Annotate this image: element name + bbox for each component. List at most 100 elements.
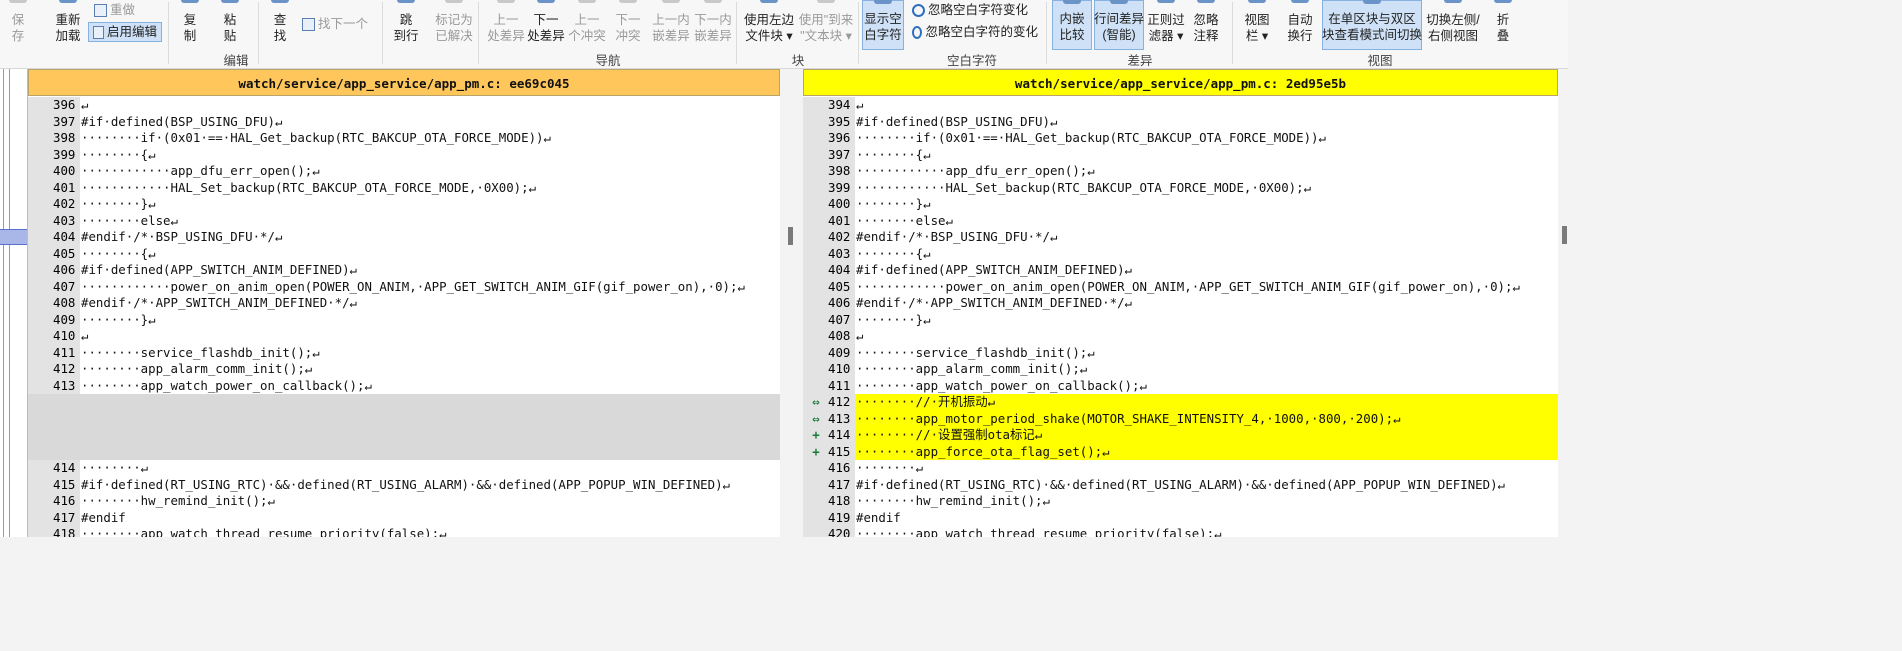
save-button[interactable]: 保 存 [4,0,32,50]
location-pane[interactable] [0,69,28,537]
code-line[interactable]: 414 + ········//·设置强制ota标记↵ [803,427,1558,444]
next-diff-button[interactable]: 下一 处差异 [526,0,566,50]
code-line[interactable]: 403 ········else↵ [28,212,780,229]
code-line[interactable]: 404 #endif·/*·BSP_USING_DFU·*/↵ [28,229,780,246]
line-diff-smart-button[interactable]: 行间差异 (智能) [1094,0,1144,50]
code-line[interactable]: 405 ············power_on_anim_open(POWER_… [803,278,1558,295]
code-line[interactable]: 399 ············HAL_Set_backup(RTC_BAKCUP… [803,179,1558,196]
redo-button[interactable]: 重做 [90,0,150,20]
find-next-button[interactable]: 找下一个 [298,14,378,34]
reload-button[interactable]: 重新 加载 [48,0,88,50]
next-embedded-diff-button[interactable]: 下一内 嵌差异 [692,0,734,50]
pane-splitter[interactable] [781,69,803,537]
right-scroll-handle[interactable] [1562,226,1567,244]
code-line[interactable]: 398 ········if·(0x01·==·HAL_Get_backup(RT… [28,130,780,147]
diff-gap-row[interactable] [28,427,780,444]
code-line[interactable]: 407 ············power_on_anim_open(POWER_… [28,278,780,295]
reload-icon [59,0,77,3]
code-line[interactable]: 416 ········↵ [803,460,1558,477]
mark-resolved-button[interactable]: 标记为 已解决 [428,0,480,50]
code-line[interactable]: 397 ········{↵ [803,146,1558,163]
line-number: 405 [28,245,80,262]
paste-button[interactable]: 粘 贴 [216,0,244,50]
code-line[interactable]: 412 ········app_alarm_comm_init();↵ [28,361,780,378]
prev-embedded-diff-button[interactable]: 上一内 嵌差异 [650,0,692,50]
left-file-pane[interactable]: watch/service/app_service/app_pm.c: ee69… [28,69,780,537]
code-line[interactable]: 402 ········}↵ [28,196,780,213]
code-line[interactable]: 413 ········app_watch_power_on_callback()… [28,377,780,394]
diff-gap-row[interactable] [28,394,780,411]
current-position-marker[interactable] [0,229,27,245]
code-line[interactable]: 400 ············app_dfu_err_open();↵ [28,163,780,180]
code-text: ↵ [856,328,864,343]
block-mode-button[interactable]: 在单区块与双区 块查看模式间切换 [1322,0,1422,50]
find-button[interactable]: 查 找 [266,0,294,50]
code-line[interactable]: 409 ········service_flashdb_init();↵ [803,344,1558,361]
code-line[interactable]: 411 ········service_flashdb_init();↵ [28,344,780,361]
ignore-comments-button[interactable]: 忽略 注释 [1190,0,1222,50]
line-number: 406 [28,262,80,279]
code-line[interactable]: 403 ········{↵ [803,245,1558,262]
code-line[interactable]: 418 ········hw_remind_init();↵ [803,493,1558,510]
code-line[interactable]: 419 #endif [803,509,1558,526]
code-line[interactable]: 408 #endif·/*·APP_SWITCH_ANIM_DEFINED·*/↵ [28,295,780,312]
code-line[interactable]: 402 #endif·/*·BSP_USING_DFU·*/↵ [803,229,1558,246]
fold-button[interactable]: 折 叠 [1488,0,1518,50]
code-line[interactable]: 413 ⇔ ········app_motor_period_shake(MOTOR… [803,410,1558,427]
code-line[interactable]: 418 ········app_watch_thread_resume_prior… [28,526,780,537]
code-line[interactable]: 407 ········}↵ [803,311,1558,328]
code-line[interactable]: 410 ········app_alarm_comm_init();↵ [803,361,1558,378]
code-line[interactable]: 401 ········else↵ [803,212,1558,229]
code-line[interactable]: 399 ········{↵ [28,146,780,163]
code-line[interactable]: 401 ············HAL_Set_backup(RTC_BAKCUP… [28,179,780,196]
code-line[interactable]: 400 ········}↵ [803,196,1558,213]
code-line[interactable]: 417 #endif [28,509,780,526]
regex-filter-button[interactable]: 正则过 滤器 ▾ [1146,0,1186,50]
show-whitespace-button[interactable]: 显示空 白字符 [862,0,904,50]
next-conflict-button[interactable]: 下一 冲突 [610,0,646,50]
code-line[interactable]: 420 ········app_watch_thread_resume_prior… [803,526,1558,537]
switch-view-button[interactable]: 切换左侧/ 右侧视图 [1424,0,1482,50]
code-line[interactable]: 406 #if·defined(APP_SWITCH_ANIM_DEFINED)↵ [28,262,780,279]
code-line[interactable]: 396 ↵ [28,97,780,114]
code-line[interactable]: 410 ↵ [28,328,780,345]
ignore-whitespace-change-button[interactable]: 忽略空白字符变化 [908,0,1042,20]
code-line[interactable]: 409 ········}↵ [28,311,780,328]
code-line[interactable]: 406 #endif·/*·APP_SWITCH_ANIM_DEFINED·*/↵ [803,295,1558,312]
use-to-text-button[interactable]: 使用"到来 "文本块 ▾ [796,0,856,50]
code-line[interactable]: 415 #if·defined(RT_USING_RTC)·&&·defined(… [28,476,780,493]
code-line[interactable]: 398 ············app_dfu_err_open();↵ [803,163,1558,180]
right-file-pane[interactable]: watch/service/app_service/app_pm.c: 2ed9… [803,69,1558,537]
line-number: 417 [28,509,80,526]
code-line[interactable]: 396 ········if·(0x01·==·HAL_Get_backup(RT… [803,130,1558,147]
find-next-icon [302,17,315,31]
splitter-handle[interactable] [788,227,793,245]
view-bar-button[interactable]: 视图 栏 ▾ [1240,0,1274,50]
code-line[interactable]: 412 ⇔ ········//·开机振动↵ [803,394,1558,411]
code-line[interactable]: 415 + ········app_force_ota_flag_set();↵ [803,443,1558,460]
code-line[interactable]: 395 #if·defined(BSP_USING_DFU)↵ [803,113,1558,130]
prev-conflict-button[interactable]: 上一 个冲突 [566,0,608,50]
code-text: #if·defined(BSP_USING_DFU)↵ [856,113,1058,129]
code-line[interactable]: 416 ········hw_remind_init();↵ [28,493,780,510]
code-line[interactable]: 411 ········app_watch_power_on_callback()… [803,377,1558,394]
enable-edit-button[interactable]: 启用编辑 [88,22,162,42]
ignore-all-whitespace-button[interactable]: 忽略空白字符的变化 [908,22,1042,42]
prev-diff-button[interactable]: 上一 处差异 [482,0,530,50]
use-left-file-button[interactable]: 使用左边 文件块 ▾ [742,0,796,50]
copy-button[interactable]: 复 制 [176,0,204,50]
diff-gap-row[interactable] [28,410,780,427]
code-line[interactable]: 417 #if·defined(RT_USING_RTC)·&&·defined(… [803,476,1558,493]
diff-gap-row[interactable] [28,443,780,460]
left-code-view[interactable]: 396 ↵ 397 #if·defined(BSP_USING_DFU)↵ 398 ···… [28,97,780,537]
goto-line-button[interactable]: 跳 到行 [388,0,424,50]
auto-wrap-button[interactable]: 自动 换行 [1282,0,1318,50]
code-line[interactable]: 414 ········↵ [28,460,780,477]
code-line[interactable]: 408 ↵ [803,328,1558,345]
right-code-view[interactable]: 394 ↵ 395 #if·defined(BSP_USING_DFU)↵ 396 ···… [803,97,1558,537]
code-line[interactable]: 405 ········{↵ [28,245,780,262]
code-line[interactable]: 397 #if·defined(BSP_USING_DFU)↵ [28,113,780,130]
inline-compare-button[interactable]: 内嵌 比较 [1052,0,1092,50]
code-line[interactable]: 394 ↵ [803,97,1558,114]
code-line[interactable]: 404 #if·defined(APP_SWITCH_ANIM_DEFINED)↵ [803,262,1558,279]
